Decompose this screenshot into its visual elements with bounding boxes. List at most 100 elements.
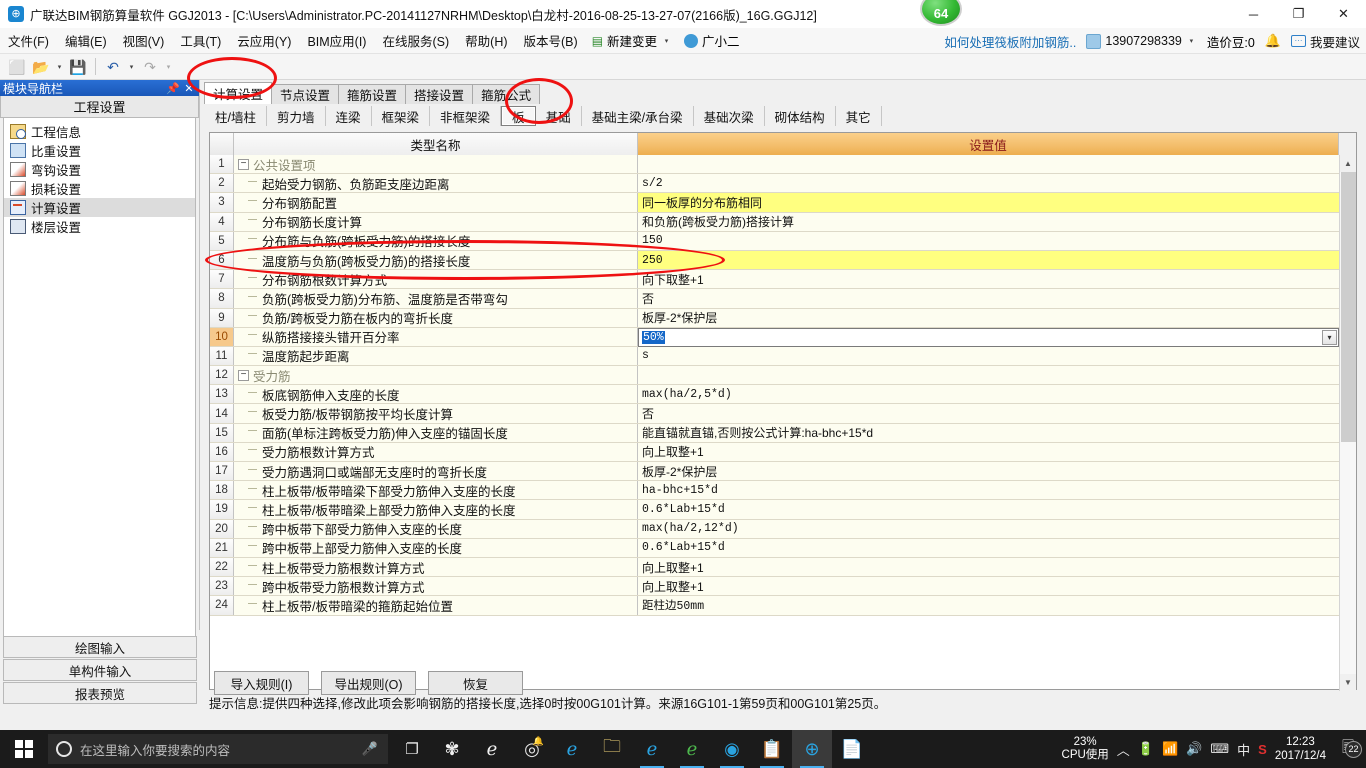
row-number-cell[interactable]: 15 (210, 423, 234, 442)
tab-column-wallcolumn[interactable]: 柱/墙柱 (205, 106, 267, 126)
table-row[interactable]: 10 纵筋搭接接头错开百分率 50% ▾ (210, 327, 1339, 347)
table-row[interactable]: 15 面筋(单标注跨板受力筋)伸入支座的锚固长度 能直锚就直锚,否则按公式计算:ha… (210, 423, 1339, 443)
sogou-input-icon[interactable]: S (1258, 742, 1267, 757)
promo-link[interactable]: 如何处理筏板附加钢筋.. (944, 32, 1076, 51)
draw-input-button[interactable]: 绘图输入 (3, 636, 197, 658)
setting-value-cell[interactable] (638, 155, 1339, 174)
row-number-cell[interactable]: 12 (210, 366, 234, 385)
row-number-cell[interactable]: 22 (210, 557, 234, 577)
tab-other[interactable]: 其它 (836, 106, 882, 126)
menu-view[interactable]: 视图(V) (115, 28, 173, 53)
menu-online-service[interactable]: 在线服务(S) (374, 28, 457, 53)
setting-value-cell[interactable]: 250 (638, 250, 1339, 270)
menu-edit[interactable]: 编辑(E) (57, 28, 115, 53)
table-row[interactable]: 1− 公共设置项 (210, 155, 1339, 175)
sidebar-item-weight-settings[interactable]: 比重设置 (4, 141, 195, 160)
table-row[interactable]: 19 柱上板带/板带暗梁上部受力筋伸入支座的长度 0.6*Lab+15*d (210, 500, 1339, 520)
table-row[interactable]: 5 分布筋与负筋(跨板受力筋)的搭接长度 150 (210, 231, 1339, 251)
table-row[interactable]: 6 温度筋与负筋(跨板受力筋)的搭接长度 250 (210, 250, 1339, 271)
redo-caret-icon[interactable]: ▾ (163, 63, 174, 71)
save-file-icon[interactable]: 💾 (67, 57, 89, 77)
minimize-button[interactable]: ─ (1231, 0, 1276, 28)
table-row[interactable]: 14 板受力筋/板带钢筋按平均长度计算 否 (210, 404, 1339, 424)
tab-non-frame-beam[interactable]: 非框架梁 (430, 106, 502, 126)
project-settings-group-header[interactable]: 工程设置 (0, 96, 199, 118)
setting-value-cell[interactable]: s/2 (638, 174, 1339, 193)
open-file-caret-icon[interactable]: ▾ (54, 63, 65, 71)
setting-value-cell[interactable]: 板厚-2*保护层 (638, 462, 1339, 481)
type-name-cell[interactable]: 板受力筋/板带钢筋按平均长度计算 (234, 404, 638, 423)
menu-help[interactable]: 帮助(H) (457, 28, 515, 53)
setting-value-combobox[interactable]: 50% ▾ (638, 327, 1339, 347)
type-name-cell[interactable]: 柱上板带/板带暗梁下部受力筋伸入支座的长度 (234, 481, 638, 500)
chevron-down-icon[interactable]: ▾ (1322, 329, 1337, 345)
new-change-button[interactable]: ▤ 新建变更 ▾ (586, 31, 678, 50)
setting-value-cell[interactable]: 距柱边50mm (638, 596, 1339, 615)
table-row[interactable]: 4 分布钢筋长度计算 和负筋(跨板受力筋)搭接计算 (210, 212, 1339, 232)
table-row[interactable]: 9 负筋/跨板受力筋在板内的弯折长度 板厚-2*保护层 (210, 308, 1339, 328)
table-row[interactable]: 20 跨中板带下部受力筋伸入支座的长度 max(ha/2,12*d) (210, 519, 1339, 539)
setting-value-cell[interactable] (638, 366, 1339, 385)
tab-stirrup-formula[interactable]: 箍筋公式 (472, 84, 541, 104)
setting-value-cell[interactable]: max(ha/2,12*d) (638, 519, 1339, 538)
setting-value-cell[interactable]: 能直锚就直锚,否则按公式计算:ha-bhc+15*d (638, 423, 1339, 442)
app-spiral-icon[interactable]: ◎ 🔔 (512, 730, 552, 768)
table-row[interactable]: 16 受力筋根数计算方式 向上取整+1 (210, 442, 1339, 462)
app-ie-green-icon[interactable]: ℯ (672, 730, 712, 768)
row-number-cell[interactable]: 18 (210, 481, 234, 500)
tab-calc-settings[interactable]: 计算设置 (204, 82, 273, 104)
tab-shear-wall[interactable]: 剪力墙 (267, 106, 326, 126)
wifi-icon[interactable]: 📶 (1162, 741, 1178, 757)
undo-icon[interactable]: ↶ (102, 57, 124, 77)
app-notes-icon[interactable]: 📋 (752, 730, 792, 768)
row-number-cell[interactable]: 11 (210, 346, 234, 366)
menu-version[interactable]: 版本号(B) (516, 28, 586, 53)
battery-icon[interactable]: 🔋 (1138, 741, 1154, 757)
scroll-up-icon[interactable]: ▲ (1339, 155, 1356, 172)
app-ggj-icon[interactable]: ⊕ (792, 730, 832, 768)
table-row[interactable]: 2 起始受力钢筋、负筋距支座边距离 s/2 (210, 174, 1339, 194)
sidebar-item-floor-settings[interactable]: 楼层设置 (4, 217, 195, 236)
table-row[interactable]: 12− 受力筋 (210, 366, 1339, 386)
setting-value-cell[interactable]: 向上取整+1 (638, 577, 1339, 596)
menu-file[interactable]: 文件(F) (0, 28, 57, 53)
table-row[interactable]: 24 柱上板带/板带暗梁的箍筋起始位置 距柱边50mm (210, 596, 1339, 616)
row-number-cell[interactable]: 2 (210, 174, 234, 193)
table-row[interactable]: 11 温度筋起步距离 s (210, 346, 1339, 367)
type-name-cell[interactable]: 跨中板带下部受力筋伸入支座的长度 (234, 519, 638, 538)
app-fan-icon[interactable]: ✾ (432, 730, 472, 768)
new-change-caret-icon[interactable]: ▾ (661, 37, 672, 45)
single-component-input-button[interactable]: 单构件输入 (3, 659, 197, 681)
type-name-cell[interactable]: 分布钢筋根数计算方式 (234, 270, 638, 289)
row-number-cell[interactable]: 19 (210, 500, 234, 519)
row-number-cell[interactable]: 8 (210, 289, 234, 308)
show-hidden-icons-chevron-up-icon[interactable]: ︿ (1117, 740, 1130, 759)
app-ie-icon[interactable]: ℯ (632, 730, 672, 768)
taskbar-clock[interactable]: 12:23 2017/12/4 (1275, 735, 1326, 764)
sidebar-item-calc-settings[interactable]: 计算设置 (4, 198, 195, 217)
type-name-cell[interactable]: 负筋(跨板受力筋)分布筋、温度筋是否带弯勾 (234, 289, 638, 308)
row-number-cell[interactable]: 21 (210, 538, 234, 557)
open-file-icon[interactable]: 📂 (30, 57, 52, 77)
row-number-cell[interactable]: 4 (210, 212, 234, 231)
pin-icon[interactable]: 📌 (165, 80, 181, 96)
microphone-icon[interactable]: 🎤 (362, 741, 378, 757)
export-rules-button[interactable]: 导出规则(O) (321, 671, 416, 695)
close-button[interactable]: ✕ (1321, 0, 1366, 28)
scrollbar-thumb[interactable] (1340, 172, 1356, 442)
app-ie-classic-icon[interactable]: ℯ (472, 730, 512, 768)
sidebar-item-hook-settings[interactable]: 弯钩设置 (4, 160, 195, 179)
row-number-cell[interactable]: 16 (210, 442, 234, 461)
restore-rules-button[interactable]: 恢复 (428, 671, 523, 695)
setting-value-cell[interactable]: 0.6*Lab+15*d (638, 500, 1339, 519)
type-name-cell[interactable]: 柱上板带/板带暗梁的箍筋起始位置 (234, 596, 638, 615)
row-number-cell[interactable]: 20 (210, 519, 234, 538)
setting-value-cell[interactable]: 150 (638, 231, 1339, 250)
tab-foundation-secondary-beam[interactable]: 基础次梁 (694, 106, 765, 126)
scrollbar-track[interactable] (1339, 172, 1356, 674)
row-number-cell[interactable]: 6 (210, 250, 234, 270)
row-number-cell[interactable]: 13 (210, 385, 234, 404)
setting-value-cell[interactable]: 否 (638, 404, 1339, 423)
setting-value-cell[interactable]: 向下取整+1 (638, 270, 1339, 289)
row-number-cell[interactable]: 14 (210, 404, 234, 423)
